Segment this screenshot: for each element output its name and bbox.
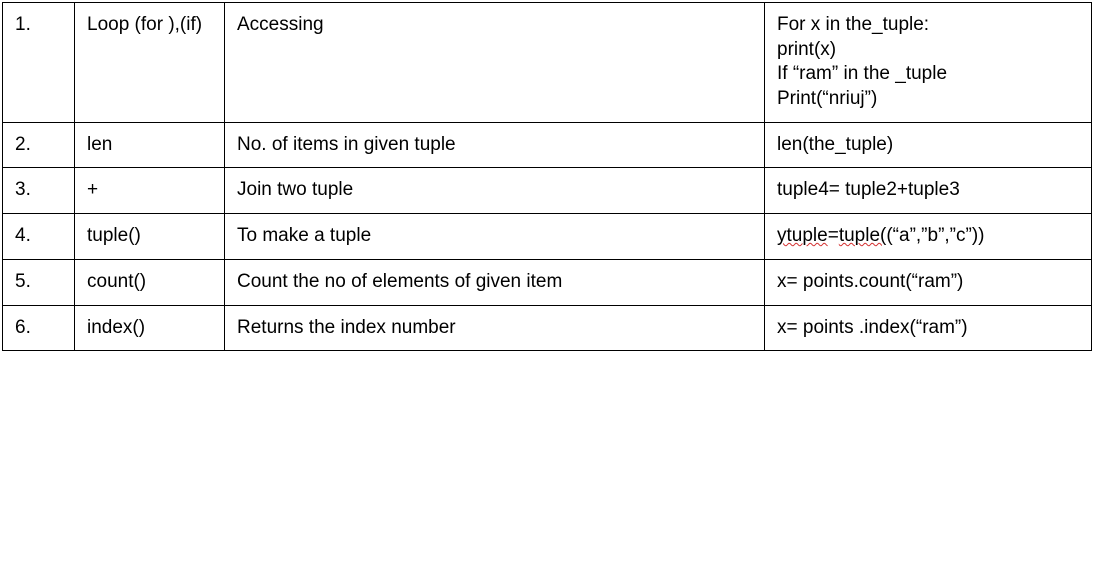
table-row: 1. Loop (for ),(if) Accessing For x in t… (3, 3, 1092, 123)
method-desc: Returns the index number (225, 305, 765, 351)
method-desc: No. of items in given tuple (225, 122, 765, 168)
table-row: 5. count() Count the no of elements of g… (3, 259, 1092, 305)
row-number: 6. (3, 305, 75, 351)
row-number: 4. (3, 214, 75, 260)
method-example: For x in the_tuple: print(x) If “ram” in… (765, 3, 1092, 123)
spell-error: tuple( (839, 225, 887, 246)
spell-error: ytuple (777, 225, 828, 246)
method-name: len (75, 122, 225, 168)
table-row: 3. + Join two tuple tuple4= tuple2+tuple… (3, 168, 1092, 214)
method-example: ytuple=tuple((“a”,”b”,”c”)) (765, 214, 1092, 260)
method-desc: To make a tuple (225, 214, 765, 260)
table-row: 4. tuple() To make a tuple ytuple=tuple(… (3, 214, 1092, 260)
method-name: index() (75, 305, 225, 351)
method-name: Loop (for ),(if) (75, 3, 225, 123)
row-number: 1. (3, 3, 75, 123)
method-desc: Count the no of elements of given item (225, 259, 765, 305)
table-row: 2. len No. of items in given tuple len(t… (3, 122, 1092, 168)
text-fragment: = (828, 225, 839, 246)
method-desc: Accessing (225, 3, 765, 123)
method-desc: Join two tuple (225, 168, 765, 214)
row-number: 2. (3, 122, 75, 168)
method-example: x= points .index(“ram”) (765, 305, 1092, 351)
text-fragment: (“a”,”b”,”c”)) (886, 225, 984, 246)
method-example: len(the_tuple) (765, 122, 1092, 168)
row-number: 3. (3, 168, 75, 214)
method-example: tuple4= tuple2+tuple3 (765, 168, 1092, 214)
method-name: + (75, 168, 225, 214)
row-number: 5. (3, 259, 75, 305)
method-name: tuple() (75, 214, 225, 260)
tuple-methods-table: 1. Loop (for ),(if) Accessing For x in t… (2, 2, 1092, 351)
table-row: 6. index() Returns the index number x= p… (3, 305, 1092, 351)
method-example: x= points.count(“ram”) (765, 259, 1092, 305)
method-name: count() (75, 259, 225, 305)
